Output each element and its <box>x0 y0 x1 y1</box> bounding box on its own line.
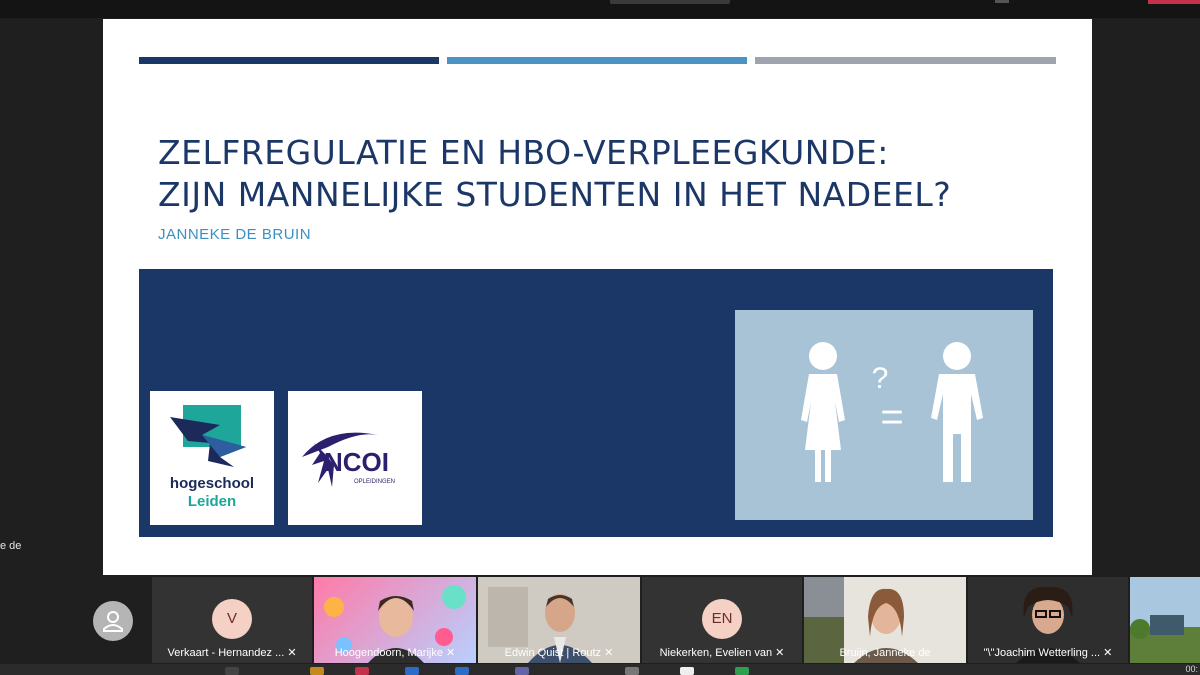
taskbar-app-icon[interactable] <box>455 667 469 675</box>
participant-name: Niekerken, Evelien van ✕ <box>659 647 785 659</box>
avatar: V <box>212 599 252 639</box>
participant-strip: V Verkaart - Hernandez ... ✕ Hoogendoorn… <box>0 577 1200 664</box>
participant-tile[interactable]: EN Niekerken, Evelien van ✕ <box>642 577 802 663</box>
slide-title-line1: ZELFREGULATIE EN HBO-VERPLEEGKUNDE: <box>158 133 889 172</box>
mic-muted-icon: ✕ <box>1103 647 1113 659</box>
taskbar-app-icon[interactable] <box>405 667 419 675</box>
hogeschool-leiden-logo: hogeschool Leiden <box>150 391 274 525</box>
accent-bar-gray <box>755 57 1056 64</box>
taskbar-app-icon[interactable] <box>355 667 369 675</box>
equals-sign: = <box>880 395 903 439</box>
person-icon <box>103 611 123 632</box>
participant-tile[interactable]: V Verkaart - Hernandez ... ✕ <box>152 577 312 663</box>
mic-muted-icon: ✕ <box>446 647 456 659</box>
slide-author: JANNEKE DE BRUIN <box>158 226 312 243</box>
self-avatar <box>93 601 133 641</box>
toolbar-indicator <box>995 0 1009 3</box>
participant-name: Edwin Quist | Routz ✕ <box>504 647 614 659</box>
participant-name: Hoogendoorn, Marijke ✕ <box>334 647 456 659</box>
participant-name: Bruijn, Janneke de <box>839 647 931 659</box>
ncoi-subtext: OPLEIDINGEN <box>354 479 395 485</box>
participant-tile[interactable]: Bruijn, Janneke de <box>804 577 966 663</box>
accent-bar-blue <box>447 57 747 64</box>
taskbar-app-icon[interactable] <box>515 667 529 675</box>
avatar: EN <box>702 599 742 639</box>
shared-slide: ZELFREGULATIE EN HBO-VERPLEEGKUNDE: ZIJN… <box>103 19 1092 575</box>
side-partial-label: e de <box>0 540 22 552</box>
taskbar-app-icon[interactable] <box>625 667 639 675</box>
hogeschool-label: hogeschool <box>169 475 255 492</box>
toolbar-button[interactable] <box>610 0 730 4</box>
taskbar: 00: <box>0 664 1200 675</box>
gender-question-icon: ? = <box>801 342 983 482</box>
ncoi-emblem-icon: NCOI OPLEIDINGEN <box>302 432 395 487</box>
question-mark: ? <box>872 362 889 395</box>
ncoi-logo: NCOI OPLEIDINGEN <box>288 391 422 525</box>
meeting-window: e de ZELFREGULATIE EN HBO-VERPLEEGKUNDE:… <box>0 0 1200 675</box>
slide-title: ZELFREGULATIE EN HBO-VERPLEEGKUNDE: ZIJN… <box>158 132 1058 216</box>
leiden-label: Leiden <box>187 493 237 510</box>
hogeschool-emblem-icon <box>170 405 246 467</box>
taskbar-app-icon[interactable] <box>225 667 239 675</box>
slide-title-line2: ZIJN MANNELIJKE STUDENTEN IN HET NADEEL? <box>158 175 952 214</box>
taskbar-app-icon[interactable] <box>680 667 694 675</box>
top-toolbar <box>0 0 1200 18</box>
leave-button[interactable] <box>1148 0 1200 4</box>
mic-muted-icon: ✕ <box>287 647 297 659</box>
mic-muted-icon: ✕ <box>604 647 614 659</box>
self-tile[interactable] <box>0 577 150 663</box>
participant-tile[interactable]: "\"Joachim Wetterling ... ✕ <box>968 577 1128 663</box>
participant-video <box>1130 577 1200 663</box>
gender-illustration: ? = <box>735 310 1033 520</box>
taskbar-app-icon[interactable] <box>735 667 749 675</box>
slide-banner: hogeschool Leiden NCOI OPLEIDINGEN ? = <box>139 269 1053 537</box>
taskbar-clock: 00: <box>1185 664 1198 674</box>
accent-bar-navy <box>139 57 439 64</box>
participant-tile-partial[interactable] <box>1130 577 1200 663</box>
participant-tile[interactable]: Edwin Quist | Routz ✕ <box>478 577 640 663</box>
ncoi-text: NCOI <box>324 447 389 477</box>
participant-name: "\"Joachim Wetterling ... ✕ <box>983 647 1113 659</box>
participant-name: Verkaart - Hernandez ... ✕ <box>167 647 297 659</box>
taskbar-app-icon[interactable] <box>310 667 324 675</box>
mic-muted-icon: ✕ <box>775 647 785 659</box>
participant-tile[interactable]: Hoogendoorn, Marijke ✕ <box>314 577 476 663</box>
